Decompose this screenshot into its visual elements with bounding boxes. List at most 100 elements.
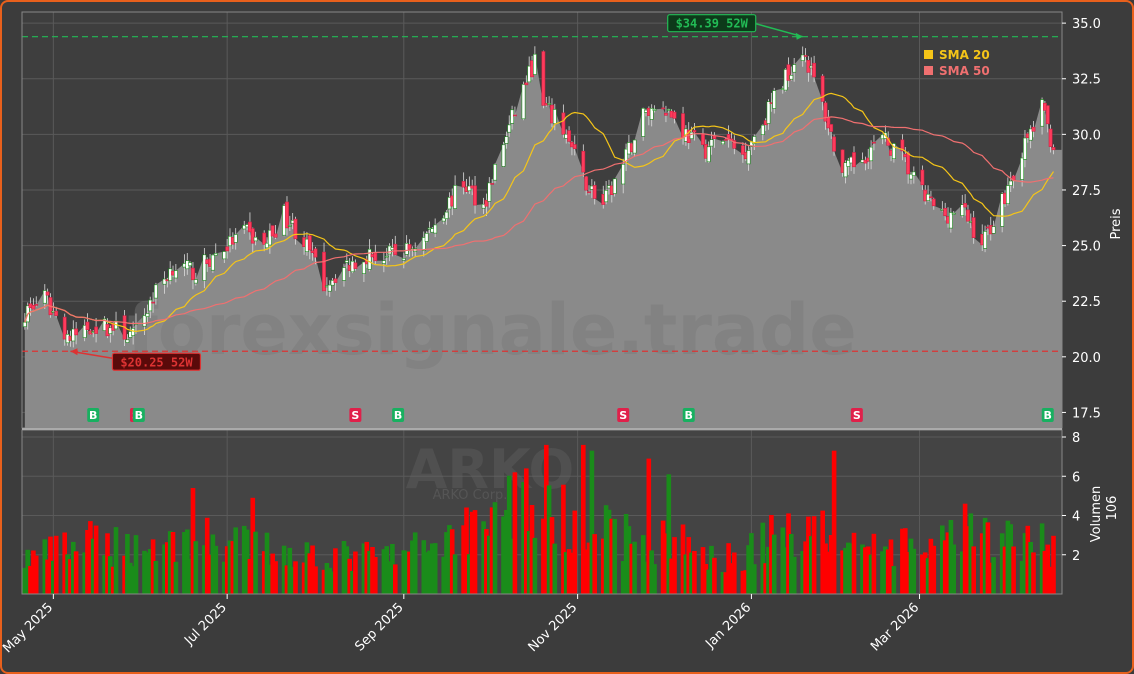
candle-body — [920, 169, 925, 186]
volume-bar — [692, 551, 697, 594]
candle-body — [792, 64, 797, 73]
candle-body — [188, 262, 193, 267]
candle-body — [54, 310, 59, 316]
candle-body — [832, 136, 837, 152]
volume-bar — [393, 564, 398, 594]
candle-body — [1020, 157, 1025, 180]
candle-body — [766, 101, 771, 124]
legend-label: SMA 20 — [939, 48, 990, 62]
candle-body — [85, 321, 90, 330]
volume-bar — [512, 472, 518, 594]
candle-body — [285, 201, 289, 229]
volume-bar — [891, 566, 897, 594]
volume-bar — [811, 516, 817, 594]
price-tick-label: 27.5 — [1072, 184, 1101, 199]
candle-body — [45, 291, 50, 296]
candle-body — [584, 176, 589, 191]
volume-bar — [911, 548, 917, 594]
price-tick-label: 25.0 — [1072, 240, 1101, 255]
candle-body — [74, 328, 79, 336]
candle-body — [772, 90, 777, 109]
candle-body — [712, 135, 717, 140]
candle-body — [225, 246, 230, 252]
candle-body — [928, 196, 933, 199]
candle-body — [652, 108, 657, 111]
time-tick-label: Sep 2025 — [352, 600, 406, 654]
candle-body — [31, 304, 36, 310]
candle-body — [191, 267, 195, 281]
candle-body — [1051, 147, 1056, 151]
volume-bar — [353, 551, 358, 594]
candle-body — [672, 111, 677, 119]
high-annotation-label: $34.39 52W — [676, 17, 749, 31]
volume-bar — [752, 564, 757, 594]
volume-bar — [831, 450, 837, 594]
candle-body — [706, 146, 711, 163]
candle-body — [581, 150, 586, 173]
candle-body — [709, 139, 714, 147]
candle-body — [572, 144, 577, 149]
candle-body — [94, 326, 99, 334]
volume-bar — [632, 541, 637, 594]
legend-swatch — [924, 50, 933, 59]
candle-body — [1005, 185, 1010, 205]
candle-body — [490, 183, 495, 185]
price-tick-label: 32.5 — [1072, 73, 1101, 88]
volume-bar — [552, 543, 558, 594]
volume-tick-label: 2 — [1072, 549, 1080, 564]
time-tick-label: Nov 2025 — [526, 600, 581, 655]
candle-body — [222, 251, 227, 260]
volume-bar — [293, 561, 298, 594]
candle-body — [213, 253, 218, 256]
candle-body — [342, 267, 346, 281]
candle-body — [966, 209, 970, 222]
candle-body — [211, 254, 215, 271]
volume-bar — [931, 545, 937, 594]
signal-label: B — [89, 409, 97, 422]
candle-body — [612, 178, 617, 194]
volume-bar — [193, 541, 199, 594]
candle-body — [433, 224, 438, 234]
volume-axis-label: Volumen — [1089, 486, 1104, 543]
volume-bar — [313, 566, 318, 594]
candle-body — [906, 152, 911, 175]
time-tick-label: Mar 2026 — [868, 600, 922, 654]
candle-body — [663, 112, 668, 116]
signal-label: B — [394, 409, 402, 422]
volume-bar — [432, 543, 438, 594]
candle-body — [174, 270, 178, 279]
candle-body — [991, 226, 996, 234]
volume-bar — [253, 531, 258, 594]
volume-bar — [951, 544, 956, 594]
candle-body — [666, 109, 671, 111]
watermark: forexsignale.trade — [127, 289, 856, 371]
candle-body — [541, 51, 546, 106]
candle-body — [803, 55, 808, 57]
candle-body — [407, 244, 412, 250]
candle-body — [587, 191, 591, 194]
price-axis-label: Preis — [1109, 208, 1124, 239]
volume-bar — [333, 548, 338, 594]
volume-bar — [53, 535, 59, 594]
candle-body — [287, 225, 292, 227]
price-tick-label: 30.0 — [1072, 128, 1101, 143]
candle-body — [760, 124, 765, 135]
candle-body — [501, 144, 506, 167]
signal-label: B — [135, 409, 143, 422]
volume-bar — [1051, 535, 1056, 594]
volume-bar — [492, 502, 498, 594]
candle-body — [273, 233, 278, 238]
candle-body — [746, 150, 751, 165]
candle-body — [632, 139, 637, 154]
candle-body — [507, 124, 512, 133]
candle-body — [34, 304, 39, 306]
candle-body — [604, 190, 609, 203]
candle-body — [154, 284, 158, 299]
volume-tick-label: 6 — [1072, 470, 1080, 485]
candle-body — [1048, 128, 1053, 147]
candle-body — [344, 260, 349, 263]
candle-body — [951, 212, 956, 215]
volume-bar — [273, 561, 278, 594]
signal-label: S — [619, 409, 627, 422]
legend-label: SMA 50 — [939, 64, 990, 78]
